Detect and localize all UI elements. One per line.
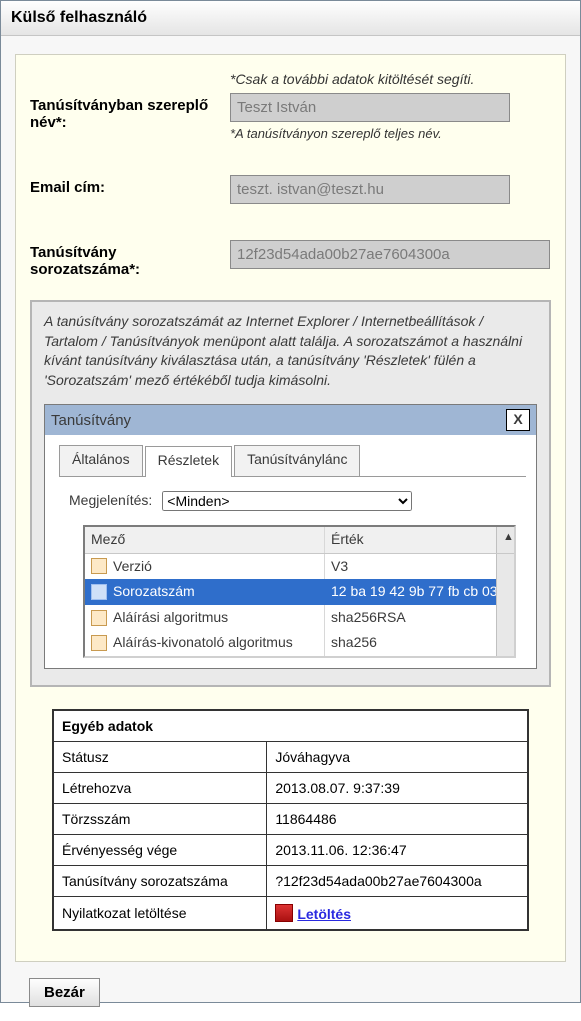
cert-titlebar: Tanúsítvány X [45, 405, 536, 435]
detail-value: 11864486 [267, 803, 528, 834]
download-label: Nyilatkozat letöltése [53, 896, 267, 930]
value-text: sha256RSA [325, 605, 496, 631]
cert-grid: Mező Érték ▲ Verzió V3 Sorozatszám 12 ba 19… [83, 525, 516, 658]
grid-row[interactable]: Aláírási algoritmus sha256RSA [85, 605, 514, 631]
display-select[interactable]: <Minden> [162, 491, 412, 511]
form-panel: *Csak a további adatok kitöltését segíti… [15, 54, 566, 962]
info-box: A tanúsítvány sorozatszámát az Internet … [30, 300, 551, 687]
dialog-window: Külső felhasználó *Csak a további adatok… [0, 0, 581, 1003]
grid-header: Mező Érték ▲ [85, 527, 514, 554]
window-title: Külső felhasználó [1, 1, 580, 36]
cert-title: Tanúsítvány [51, 410, 506, 431]
table-row: Létrehozva2013.08.07. 9:37:39 [53, 772, 528, 803]
content: *Csak a további adatok kitöltését segíti… [1, 36, 580, 1021]
email-label: Email cím: [30, 175, 230, 196]
grid-row[interactable]: Aláírás-kivonatoló algoritmus sha256 [85, 630, 514, 656]
detail-value: 2013.11.06. 12:36:47 [267, 834, 528, 865]
details-header: Egyéb adatok [53, 710, 528, 742]
tab-general[interactable]: Általános [59, 445, 143, 476]
email-field[interactable] [230, 175, 510, 204]
display-label: Megjelenítés: [69, 491, 152, 511]
table-row: Érvényesség vége2013.11.06. 12:36:47 [53, 834, 528, 865]
form-hint-top: *Csak a további adatok kitöltését segíti… [30, 71, 551, 87]
name-field[interactable] [230, 93, 510, 122]
serial-field[interactable] [230, 240, 550, 269]
scrollbar-track[interactable] [496, 630, 514, 656]
value-text: sha256 [325, 630, 496, 656]
row-email: Email cím: [30, 175, 551, 204]
detail-key: Tanúsítvány sorozatszáma [53, 865, 267, 896]
field-icon [91, 584, 107, 600]
field-icon [91, 610, 107, 626]
scrollbar-track[interactable] [496, 579, 514, 605]
scrollbar-track[interactable] [496, 605, 514, 631]
value-text: 12 ba 19 42 9b 77 fb cb 03 8a ... [325, 579, 496, 605]
certificate-dialog: Tanúsítvány X Általános Részletek Tanúsí… [44, 404, 537, 669]
scroll-up-icon[interactable]: ▲ [496, 527, 514, 553]
tab-details[interactable]: Részletek [145, 446, 232, 477]
table-row: Tanúsítvány sorozatszáma?12f23d54ada00b2… [53, 865, 528, 896]
row-serial: Tanúsítvány sorozatszáma*: [30, 240, 551, 278]
cert-tabs: Általános Részletek Tanúsítványlánc [59, 445, 526, 476]
col-value: Érték [325, 527, 496, 553]
tab-chain[interactable]: Tanúsítványlánc [234, 445, 360, 476]
table-row-download: Nyilatkozat letöltése Letöltés [53, 896, 528, 930]
detail-value: Jóváhagyva [267, 741, 528, 772]
detail-key: Érvényesség vége [53, 834, 267, 865]
field-text: Sorozatszám [113, 582, 195, 602]
table-row: Törzsszám11864486 [53, 803, 528, 834]
scrollbar-track[interactable] [496, 554, 514, 580]
field-text: Verzió [113, 557, 152, 577]
detail-key: Törzsszám [53, 803, 267, 834]
display-row: Megjelenítés: <Minden> [69, 491, 516, 511]
pdf-icon [275, 904, 293, 922]
col-field: Mező [85, 527, 325, 553]
detail-key: Létrehozva [53, 772, 267, 803]
field-icon [91, 558, 107, 574]
details-table: Egyéb adatok StátuszJóváhagyvaLétrehozva… [52, 709, 529, 931]
serial-label: Tanúsítvány sorozatszáma*: [30, 240, 230, 278]
table-row: StátuszJóváhagyva [53, 741, 528, 772]
tab-body: Megjelenítés: <Minden> Mező Érték ▲ [59, 476, 526, 668]
value-text: V3 [325, 554, 496, 580]
download-link[interactable]: Letöltés [297, 906, 351, 922]
field-text: Aláírási algoritmus [113, 608, 228, 628]
field-text: Aláírás-kivonatoló algoritmus [113, 633, 293, 653]
field-icon [91, 635, 107, 651]
detail-value: 2013.08.07. 9:37:39 [267, 772, 528, 803]
close-icon[interactable]: X [506, 409, 530, 431]
detail-value: ?12f23d54ada00b27ae7604300a [267, 865, 528, 896]
grid-row[interactable]: Sorozatszám 12 ba 19 42 9b 77 fb cb 03 8a… [85, 579, 514, 605]
grid-row[interactable]: Verzió V3 [85, 554, 514, 580]
row-name: Tanúsítványban szereplő név*: *A tanúsít… [30, 93, 551, 141]
detail-key: Státusz [53, 741, 267, 772]
name-label: Tanúsítványban szereplő név*: [30, 93, 230, 131]
name-hint: *A tanúsítványon szereplő teljes név. [230, 126, 551, 141]
info-text: A tanúsítvány sorozatszámát az Internet … [44, 313, 522, 388]
